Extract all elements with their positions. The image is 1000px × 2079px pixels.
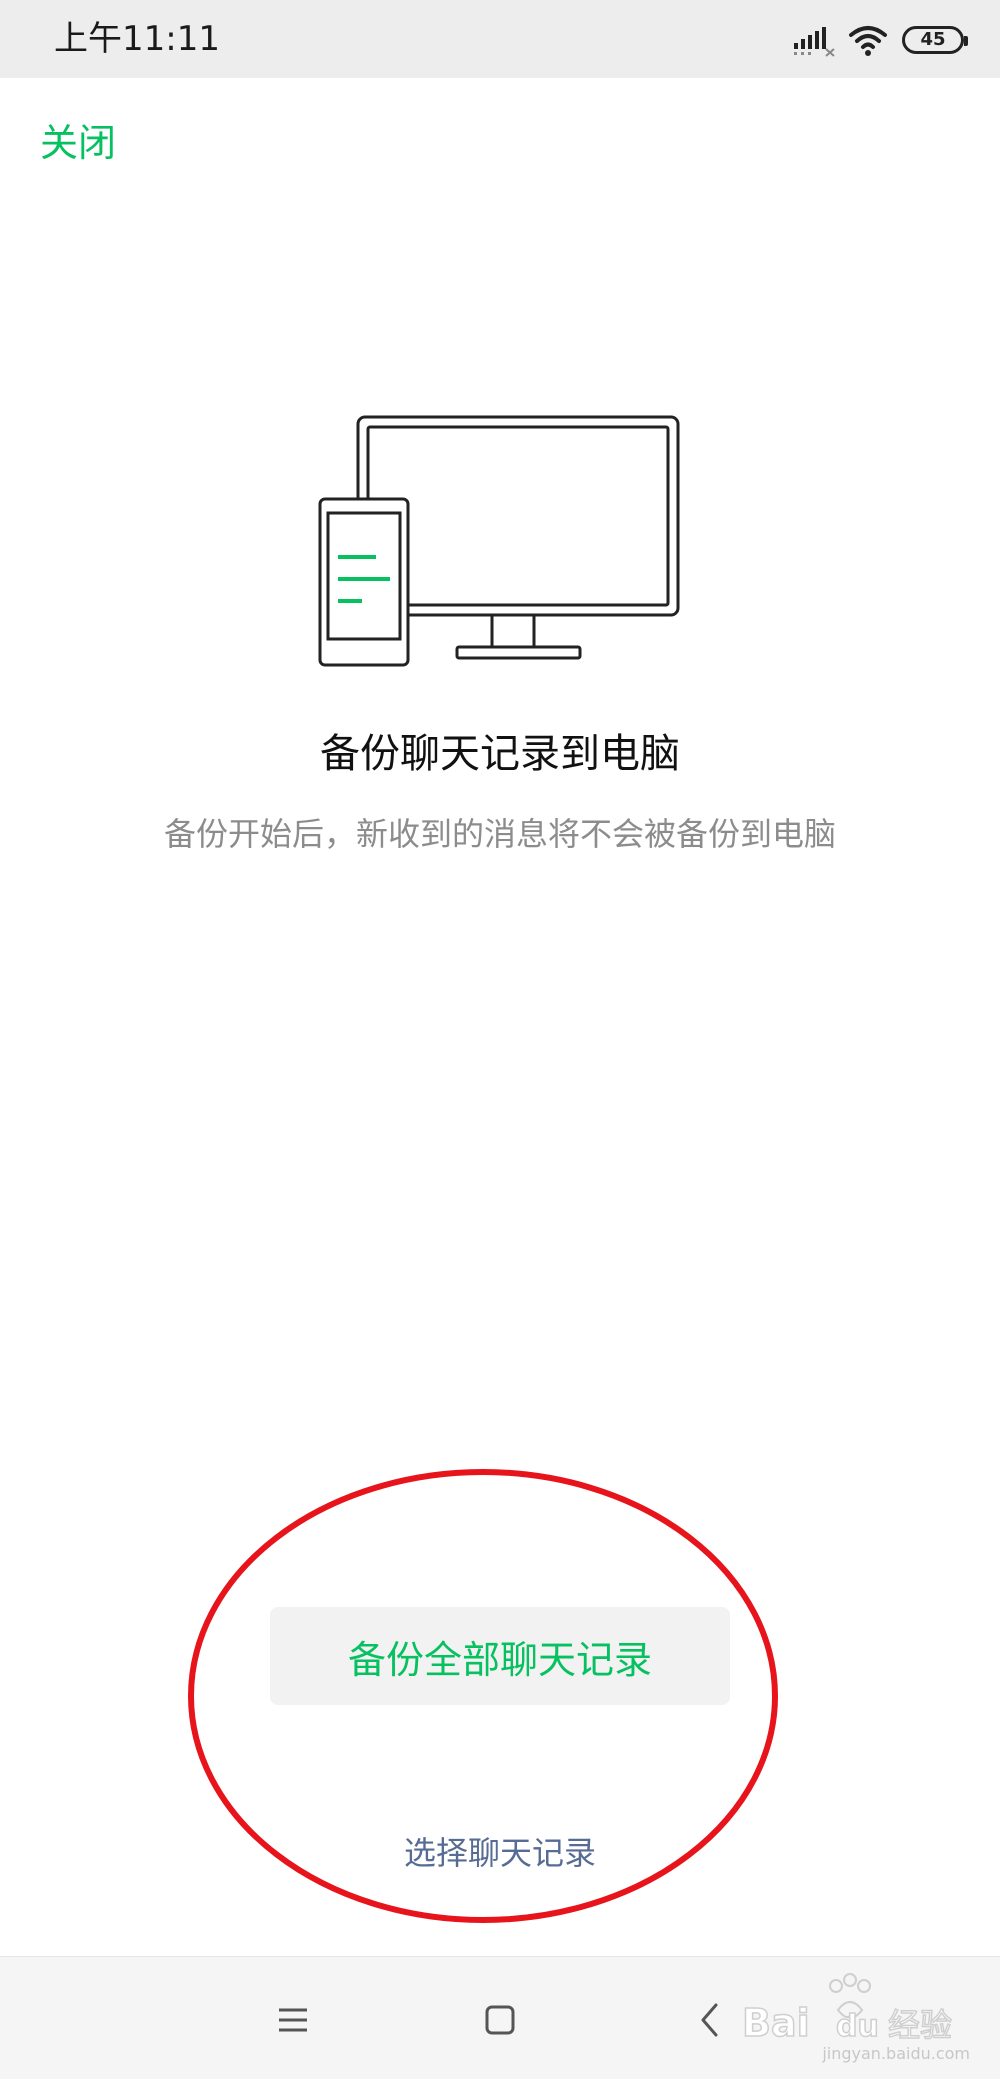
select-records-link[interactable]: 选择聊天记录	[0, 1834, 1000, 1872]
page-subtitle: 备份开始后，新收到的消息将不会被备份到电脑	[163, 815, 836, 853]
back-button[interactable]	[685, 1995, 735, 2045]
signal-icon	[794, 27, 835, 57]
home-icon	[485, 2005, 515, 2035]
status-bar: 上午11:11 45	[0, 0, 1000, 78]
battery-level: 45	[920, 29, 946, 50]
menu-icon	[279, 2008, 307, 2032]
watermark-url: jingyan.baidu.com	[822, 2044, 970, 2063]
close-button[interactable]: 关闭	[40, 124, 116, 162]
wifi-icon	[849, 26, 887, 56]
backup-all-button[interactable]: 备份全部聊天记录	[270, 1607, 730, 1705]
page-title: 备份聊天记录到电脑	[320, 731, 680, 777]
back-icon	[701, 2003, 718, 2037]
status-icons: 45	[792, 20, 968, 60]
menu-button[interactable]	[268, 1995, 318, 2045]
home-button[interactable]	[475, 1995, 525, 2045]
status-time: 上午11:11	[54, 19, 220, 59]
phone-to-monitor-icon	[318, 415, 680, 667]
battery-icon: 45	[902, 26, 968, 54]
